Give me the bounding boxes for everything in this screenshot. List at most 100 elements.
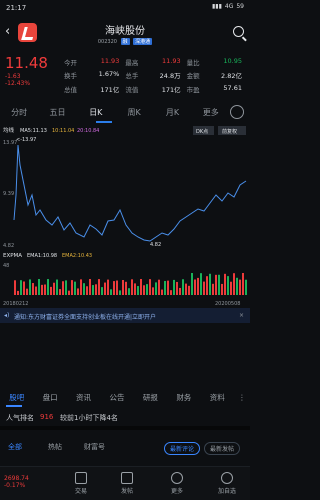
quote-label: 总手	[125, 72, 139, 81]
volume-bar	[107, 279, 109, 295]
volume-bar	[146, 284, 148, 295]
quote-value: 24.8万	[159, 72, 181, 81]
battery-level: 59	[236, 3, 244, 10]
adjust-button[interactable]: 前复权	[222, 128, 237, 135]
volume-bar	[203, 281, 205, 295]
menu-icon[interactable]: ⋮	[234, 393, 250, 402]
quote-value: 10.95	[223, 56, 242, 65]
tab-2[interactable]: 日K	[77, 107, 115, 118]
volume-bar	[122, 280, 124, 295]
vol-top-value: 48	[3, 263, 9, 269]
price-polyline	[13, 144, 247, 242]
info-tab-6[interactable]: 资料	[201, 392, 234, 403]
quote-value: 11.93	[162, 56, 181, 65]
add-watchlist-button[interactable]: 加自选	[212, 472, 242, 495]
info-tab-0[interactable]: 股吧	[0, 392, 33, 403]
info-tab-5[interactable]: 财务	[167, 392, 200, 403]
post-button[interactable]: 发帖	[112, 472, 142, 495]
tab-3[interactable]: 周K	[115, 107, 153, 118]
volume-bar	[104, 282, 106, 295]
info-tab-2[interactable]: 资讯	[67, 392, 100, 403]
volume-bar	[170, 290, 172, 295]
close-icon[interactable]: ×	[239, 312, 244, 319]
post-label: 发帖	[120, 488, 133, 495]
quote-cell: 市盈 57.61	[187, 84, 248, 94]
volume-bar	[227, 276, 229, 295]
volume-bar	[140, 279, 142, 295]
trade-button[interactable]: 交易	[66, 472, 96, 495]
volume-bar	[158, 279, 160, 295]
price-change-pct: -12.43%	[5, 80, 31, 87]
volume-bar	[44, 284, 46, 295]
tab-5[interactable]: 更多	[192, 107, 230, 118]
info-tab-1[interactable]: 盘口	[33, 392, 66, 403]
quote-value: 57.61	[223, 83, 242, 92]
network-label: 4G	[224, 3, 234, 10]
search-icon[interactable]	[233, 26, 244, 37]
volume-bar	[116, 280, 118, 295]
volume-bar	[32, 283, 34, 295]
status-indicators: ▮▮▮ 4G 59	[212, 3, 244, 10]
signal-icon: ▮▮▮	[211, 3, 222, 10]
speaker-icon: ◂)	[4, 312, 10, 319]
volume-bar	[35, 286, 37, 295]
dk-button[interactable]: DK点	[196, 129, 208, 135]
quote-value: 11.93	[100, 56, 120, 65]
popularity-rank: 人气排名 916 较前1小时下降4名	[0, 410, 250, 424]
volume-bar	[29, 279, 31, 295]
kline-chart[interactable]: 均线 MA5:11.13 10:11.04 20:10.84 DK点 前复权 1…	[0, 125, 250, 318]
info-tab-4[interactable]: 研报	[134, 392, 167, 403]
volume-bar	[92, 285, 94, 295]
volume-bar	[98, 279, 100, 295]
quote-label: 换手	[64, 72, 77, 81]
status-time: 21:17	[6, 4, 27, 12]
price-line	[13, 144, 247, 242]
info-tab-3[interactable]: 公告	[100, 392, 133, 403]
chart-tabs: 分时 五日 日K 周K 月K 更多	[0, 100, 250, 124]
ma10-value: 10:11.04	[52, 128, 74, 134]
more-button[interactable]: 更多	[162, 472, 192, 495]
volume-bar	[71, 280, 73, 295]
volume-bar	[197, 277, 199, 295]
rank-desc: 较前1小时下降4名	[60, 414, 118, 422]
latest-comment-pill[interactable]: 最新评论	[164, 442, 201, 455]
volume-bar	[230, 281, 232, 295]
volume-bar	[56, 279, 58, 295]
quote-cell: 今开 11.93	[64, 57, 125, 67]
volume-bar	[77, 288, 79, 295]
latest-post-pill[interactable]: 最新发帖	[204, 442, 241, 455]
volume-bar	[101, 287, 103, 295]
volume-bar	[80, 279, 82, 295]
volume-bar	[152, 287, 154, 295]
tab-0[interactable]: 分时	[0, 107, 38, 118]
news-text[interactable]: 通知:东方财富证券全面支持创业板在线开通|立即开户	[14, 312, 156, 321]
subtab-all[interactable]: 全部	[8, 442, 22, 452]
news-banner[interactable]: ◂) 通知:东方财富证券全面支持创业板在线开通|立即开户 ×	[0, 308, 250, 323]
stock-code: 002320	[97, 39, 117, 45]
volume-bar	[134, 283, 136, 295]
mini-index[interactable]: 2698.74 -0.17%	[4, 475, 29, 489]
tab-1[interactable]: 五日	[38, 107, 76, 118]
quote-panel: 11.48 -1.63 -12.43% 今开 11.93 最高 11.93 量比 10.9…	[0, 50, 250, 100]
quote-label: 最高	[125, 58, 139, 67]
stock-name: 海峡股份	[105, 26, 145, 37]
info-tabs: 股吧 盘口 资讯 公告 研报 财务 资料 ⋮	[0, 388, 250, 406]
tab-4[interactable]: 月K	[153, 107, 191, 118]
subtab-fortune[interactable]: 财富号	[84, 442, 105, 452]
ma20-value: 20:10.84	[77, 128, 99, 134]
quote-cell: 总手 24.8万	[125, 70, 186, 80]
volume-bar	[23, 281, 25, 295]
volume-bar	[41, 284, 43, 295]
volume-bar	[68, 290, 70, 295]
expma-label: EXPMA	[3, 253, 22, 259]
quote-cell: 最高 11.93	[125, 57, 186, 67]
volume-bar	[83, 283, 85, 295]
gear-icon[interactable]	[229, 105, 244, 119]
subtab-hot[interactable]: 热帖	[48, 442, 62, 452]
volume-bar	[119, 290, 121, 295]
volume-bar	[167, 280, 169, 295]
volume-bar	[59, 289, 61, 295]
quote-label: 量比	[186, 58, 200, 67]
mini-index-value: 2698.74	[4, 475, 29, 482]
bottom-nav: 2698.74 -0.17% 交易 发帖 更多 加自选	[0, 466, 250, 500]
